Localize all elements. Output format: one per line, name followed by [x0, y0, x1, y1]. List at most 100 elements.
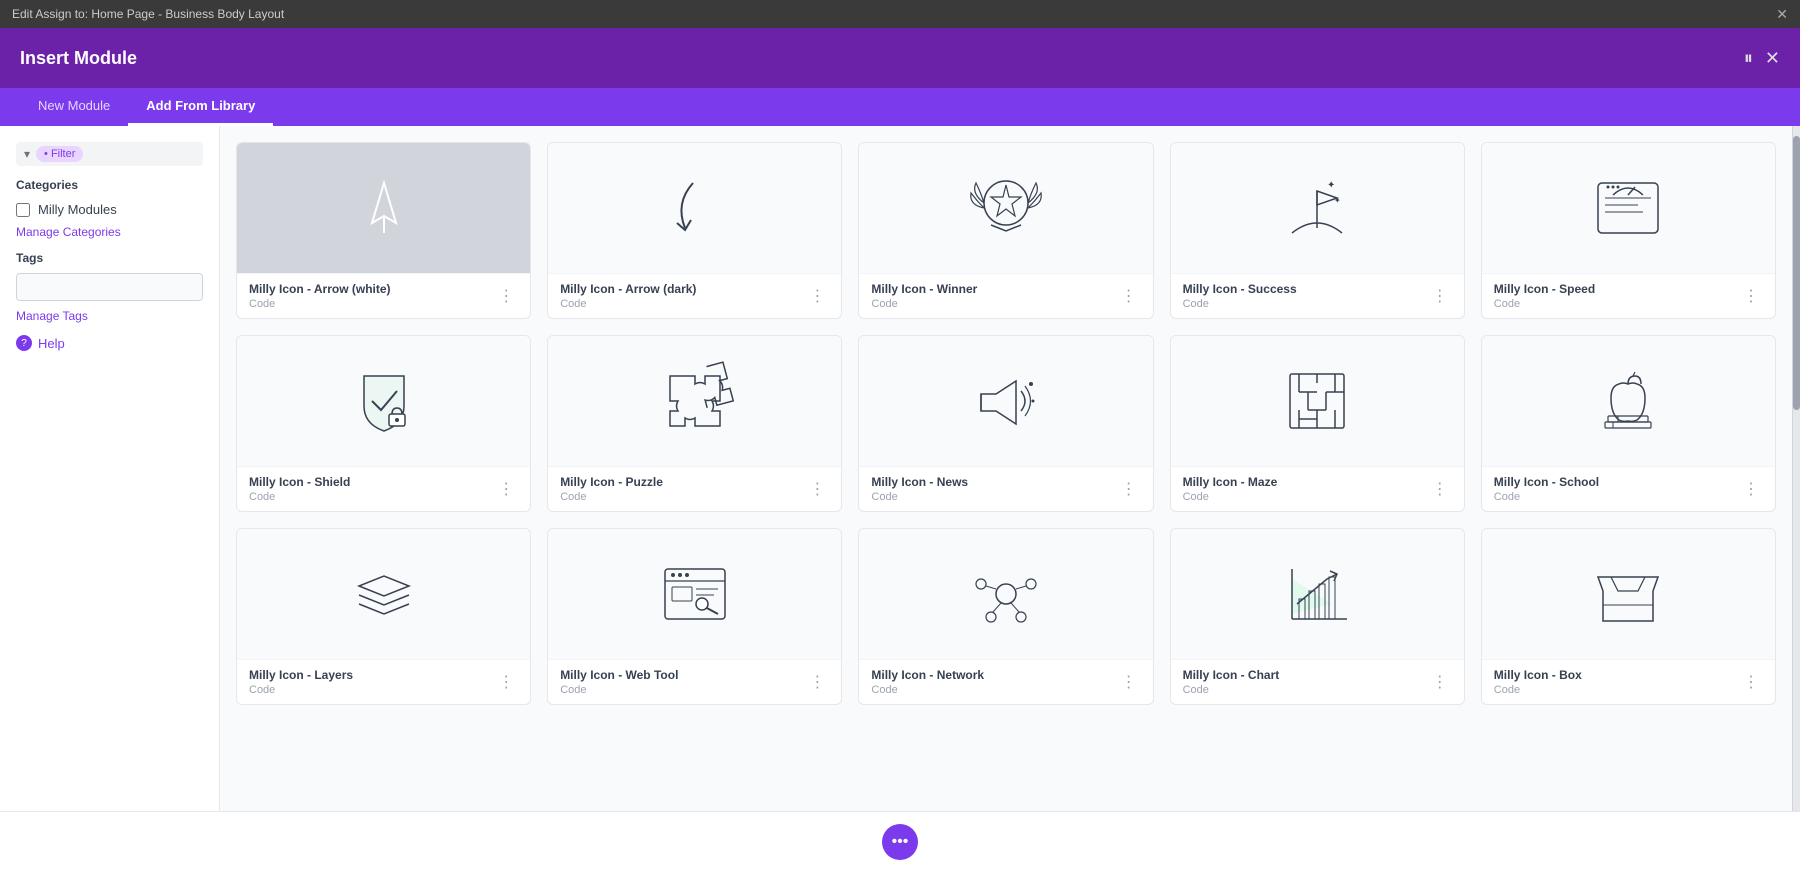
card-menu-winner[interactable]: ⋮: [1117, 284, 1141, 308]
card-name-school: Milly Icon - School: [1494, 475, 1599, 489]
arrow-white-icon: [344, 168, 424, 248]
card-layers[interactable]: Milly Icon - Layers Code ⋮: [236, 528, 531, 705]
categories-label: Categories: [16, 178, 203, 192]
card-menu-speed[interactable]: ⋮: [1739, 284, 1763, 308]
card-footer-success: Milly Icon - Success Code ⋮: [1171, 273, 1464, 318]
card-info-school: Milly Icon - School Code: [1494, 475, 1599, 503]
card-preview-chart: [1171, 529, 1464, 659]
card-preview-maze: [1171, 336, 1464, 466]
card-type-arrow-dark: Code: [560, 298, 696, 310]
modal-close-button[interactable]: ✕: [1765, 48, 1780, 69]
box-icon: [1583, 549, 1673, 639]
card-footer-shield: Milly Icon - Shield Code ⋮: [237, 466, 530, 511]
title-bar-close[interactable]: ✕: [1776, 6, 1788, 23]
card-type-maze: Code: [1183, 491, 1278, 503]
success-icon: ✦ ✦: [1272, 163, 1362, 253]
card-school[interactable]: Milly Icon - School Code ⋮: [1481, 335, 1776, 512]
card-preview-webtool: [548, 529, 841, 659]
card-winner[interactable]: Milly Icon - Winner Code ⋮: [858, 142, 1153, 319]
modal-pause-button[interactable]: ⏸: [1744, 48, 1753, 69]
card-footer-puzzle: Milly Icon - Puzzle Code ⋮: [548, 466, 841, 511]
card-preview-winner: [859, 143, 1152, 273]
modal-header: Insert Module ⏸ ✕: [0, 28, 1800, 88]
layers-icon: [339, 549, 429, 639]
card-name-webtool: Milly Icon - Web Tool: [560, 668, 678, 682]
card-preview-news: [859, 336, 1152, 466]
milly-modules-checkbox[interactable]: [16, 203, 30, 217]
help-row[interactable]: ? Help: [16, 335, 203, 351]
card-webtool[interactable]: Milly Icon - Web Tool Code ⋮: [547, 528, 842, 705]
card-puzzle[interactable]: Milly Icon - Puzzle Code ⋮: [547, 335, 842, 512]
card-name-winner: Milly Icon - Winner: [871, 282, 977, 296]
card-menu-network[interactable]: ⋮: [1117, 670, 1141, 694]
card-maze[interactable]: Milly Icon - Maze Code ⋮: [1170, 335, 1465, 512]
filter-bar[interactable]: ▾ • Filter: [16, 142, 203, 166]
card-info-webtool: Milly Icon - Web Tool Code: [560, 668, 678, 696]
card-menu-puzzle[interactable]: ⋮: [805, 477, 829, 501]
card-menu-news[interactable]: ⋮: [1117, 477, 1141, 501]
manage-categories-link[interactable]: Manage Categories: [16, 225, 203, 239]
tags-input[interactable]: [16, 273, 203, 301]
card-name-arrow-white: Milly Icon - Arrow (white): [249, 282, 391, 296]
card-menu-webtool[interactable]: ⋮: [805, 670, 829, 694]
card-network[interactable]: Milly Icon - Network Code ⋮: [858, 528, 1153, 705]
help-icon: ?: [16, 335, 32, 351]
scrollbar[interactable]: [1792, 126, 1800, 811]
card-menu-box[interactable]: ⋮: [1739, 670, 1763, 694]
card-menu-success[interactable]: ⋮: [1428, 284, 1452, 308]
milly-modules-label: Milly Modules: [38, 202, 117, 217]
tags-label: Tags: [16, 251, 203, 265]
modal-title: Insert Module: [20, 48, 137, 69]
card-menu-arrow-dark[interactable]: ⋮: [805, 284, 829, 308]
filter-label: ▾: [24, 147, 30, 161]
card-preview-layers: [237, 529, 530, 659]
card-info-puzzle: Milly Icon - Puzzle Code: [560, 475, 663, 503]
manage-tags-link[interactable]: Manage Tags: [16, 309, 203, 323]
card-preview-arrow-dark: [548, 143, 841, 273]
card-type-winner: Code: [871, 298, 977, 310]
tab-add-from-library[interactable]: Add From Library: [128, 88, 273, 126]
news-icon: [961, 356, 1051, 446]
tab-new-module[interactable]: New Module: [20, 88, 128, 126]
card-type-layers: Code: [249, 684, 353, 696]
card-success[interactable]: ✦ ✦ Milly Icon - Success Code ⋮: [1170, 142, 1465, 319]
card-type-news: Code: [871, 491, 968, 503]
cards-grid: Milly Icon - Arrow (white) Code ⋮: [236, 142, 1776, 705]
bottom-bar: •••: [0, 811, 1800, 871]
card-menu-shield[interactable]: ⋮: [494, 477, 518, 501]
card-name-network: Milly Icon - Network: [871, 668, 984, 682]
card-chart[interactable]: Milly Icon - Chart Code ⋮: [1170, 528, 1465, 705]
card-box[interactable]: Milly Icon - Box Code ⋮: [1481, 528, 1776, 705]
card-arrow-white[interactable]: Milly Icon - Arrow (white) Code ⋮: [236, 142, 531, 319]
card-footer-news: Milly Icon - News Code ⋮: [859, 466, 1152, 511]
card-name-news: Milly Icon - News: [871, 475, 968, 489]
card-info-shield: Milly Icon - Shield Code: [249, 475, 350, 503]
card-menu-school[interactable]: ⋮: [1739, 477, 1763, 501]
card-menu-layers[interactable]: ⋮: [494, 670, 518, 694]
card-type-network: Code: [871, 684, 984, 696]
card-menu-maze[interactable]: ⋮: [1428, 477, 1452, 501]
card-info-box: Milly Icon - Box Code: [1494, 668, 1582, 696]
card-menu-chart[interactable]: ⋮: [1428, 670, 1452, 694]
arrow-dark-icon: [655, 168, 735, 248]
card-news[interactable]: Milly Icon - News Code ⋮: [858, 335, 1153, 512]
card-shield[interactable]: Milly Icon - Shield Code ⋮: [236, 335, 531, 512]
card-arrow-dark[interactable]: Milly Icon - Arrow (dark) Code ⋮: [547, 142, 842, 319]
webtool-icon: [650, 549, 740, 639]
card-name-box: Milly Icon - Box: [1494, 668, 1582, 682]
card-info-news: Milly Icon - News Code: [871, 475, 968, 503]
insert-module-modal: Insert Module ⏸ ✕ New Module Add From Li…: [0, 28, 1800, 871]
card-type-success: Code: [1183, 298, 1297, 310]
card-info-winner: Milly Icon - Winner Code: [871, 282, 977, 310]
milly-modules-checkbox-row: Milly Modules: [16, 202, 203, 217]
winner-icon: [961, 163, 1051, 253]
card-type-arrow-white: Code: [249, 298, 391, 310]
card-speed[interactable]: Milly Icon - Speed Code ⋮: [1481, 142, 1776, 319]
bottom-dots-button[interactable]: •••: [882, 824, 918, 860]
card-menu-arrow-white[interactable]: ⋮: [494, 284, 518, 308]
card-preview-school: [1482, 336, 1775, 466]
maze-icon: [1272, 356, 1362, 446]
scrollbar-thumb[interactable]: [1793, 136, 1800, 410]
card-type-speed: Code: [1494, 298, 1595, 310]
card-name-speed: Milly Icon - Speed: [1494, 282, 1595, 296]
